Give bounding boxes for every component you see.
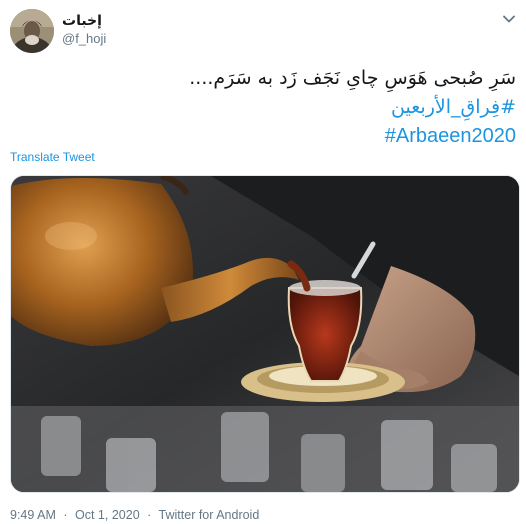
avatar-image xyxy=(10,9,54,53)
meta-separator: · xyxy=(63,508,68,522)
tweet-date[interactable]: Oct 1, 2020 xyxy=(75,508,140,522)
tweet-photo[interactable] xyxy=(10,175,520,493)
hashtag-link[interactable]: #فِراقِ_الأربعین xyxy=(391,96,516,118)
tea-pouring-photo xyxy=(11,176,519,492)
chevron-down-icon[interactable] xyxy=(502,12,516,26)
translate-tweet-link[interactable]: Translate Tweet xyxy=(10,150,95,164)
tweet-card: إخبات @f_hoji سَرِ صُبحی هَوَسِ چایِ نَج… xyxy=(0,0,526,524)
display-name[interactable]: إخبات xyxy=(62,12,102,29)
tweet-text-line: سَرِ صُبحی هَوَسِ چایِ نَجَف زَد به سَرَ… xyxy=(189,67,516,89)
username[interactable]: @f_hoji xyxy=(62,31,106,46)
tweet-time[interactable]: 9:49 AM xyxy=(10,508,56,522)
tweet-source[interactable]: Twitter for Android xyxy=(159,508,260,522)
meta-separator: · xyxy=(147,508,152,522)
tweet-meta: 9:49 AM · Oct 1, 2020 · Twitter for Andr… xyxy=(10,508,263,522)
avatar[interactable] xyxy=(10,9,54,53)
hashtag-link[interactable]: #Arbaeen2020 xyxy=(385,125,516,147)
tweet-text: سَرِ صُبحی هَوَسِ چایِ نَجَف زَد به سَرَ… xyxy=(16,64,516,151)
